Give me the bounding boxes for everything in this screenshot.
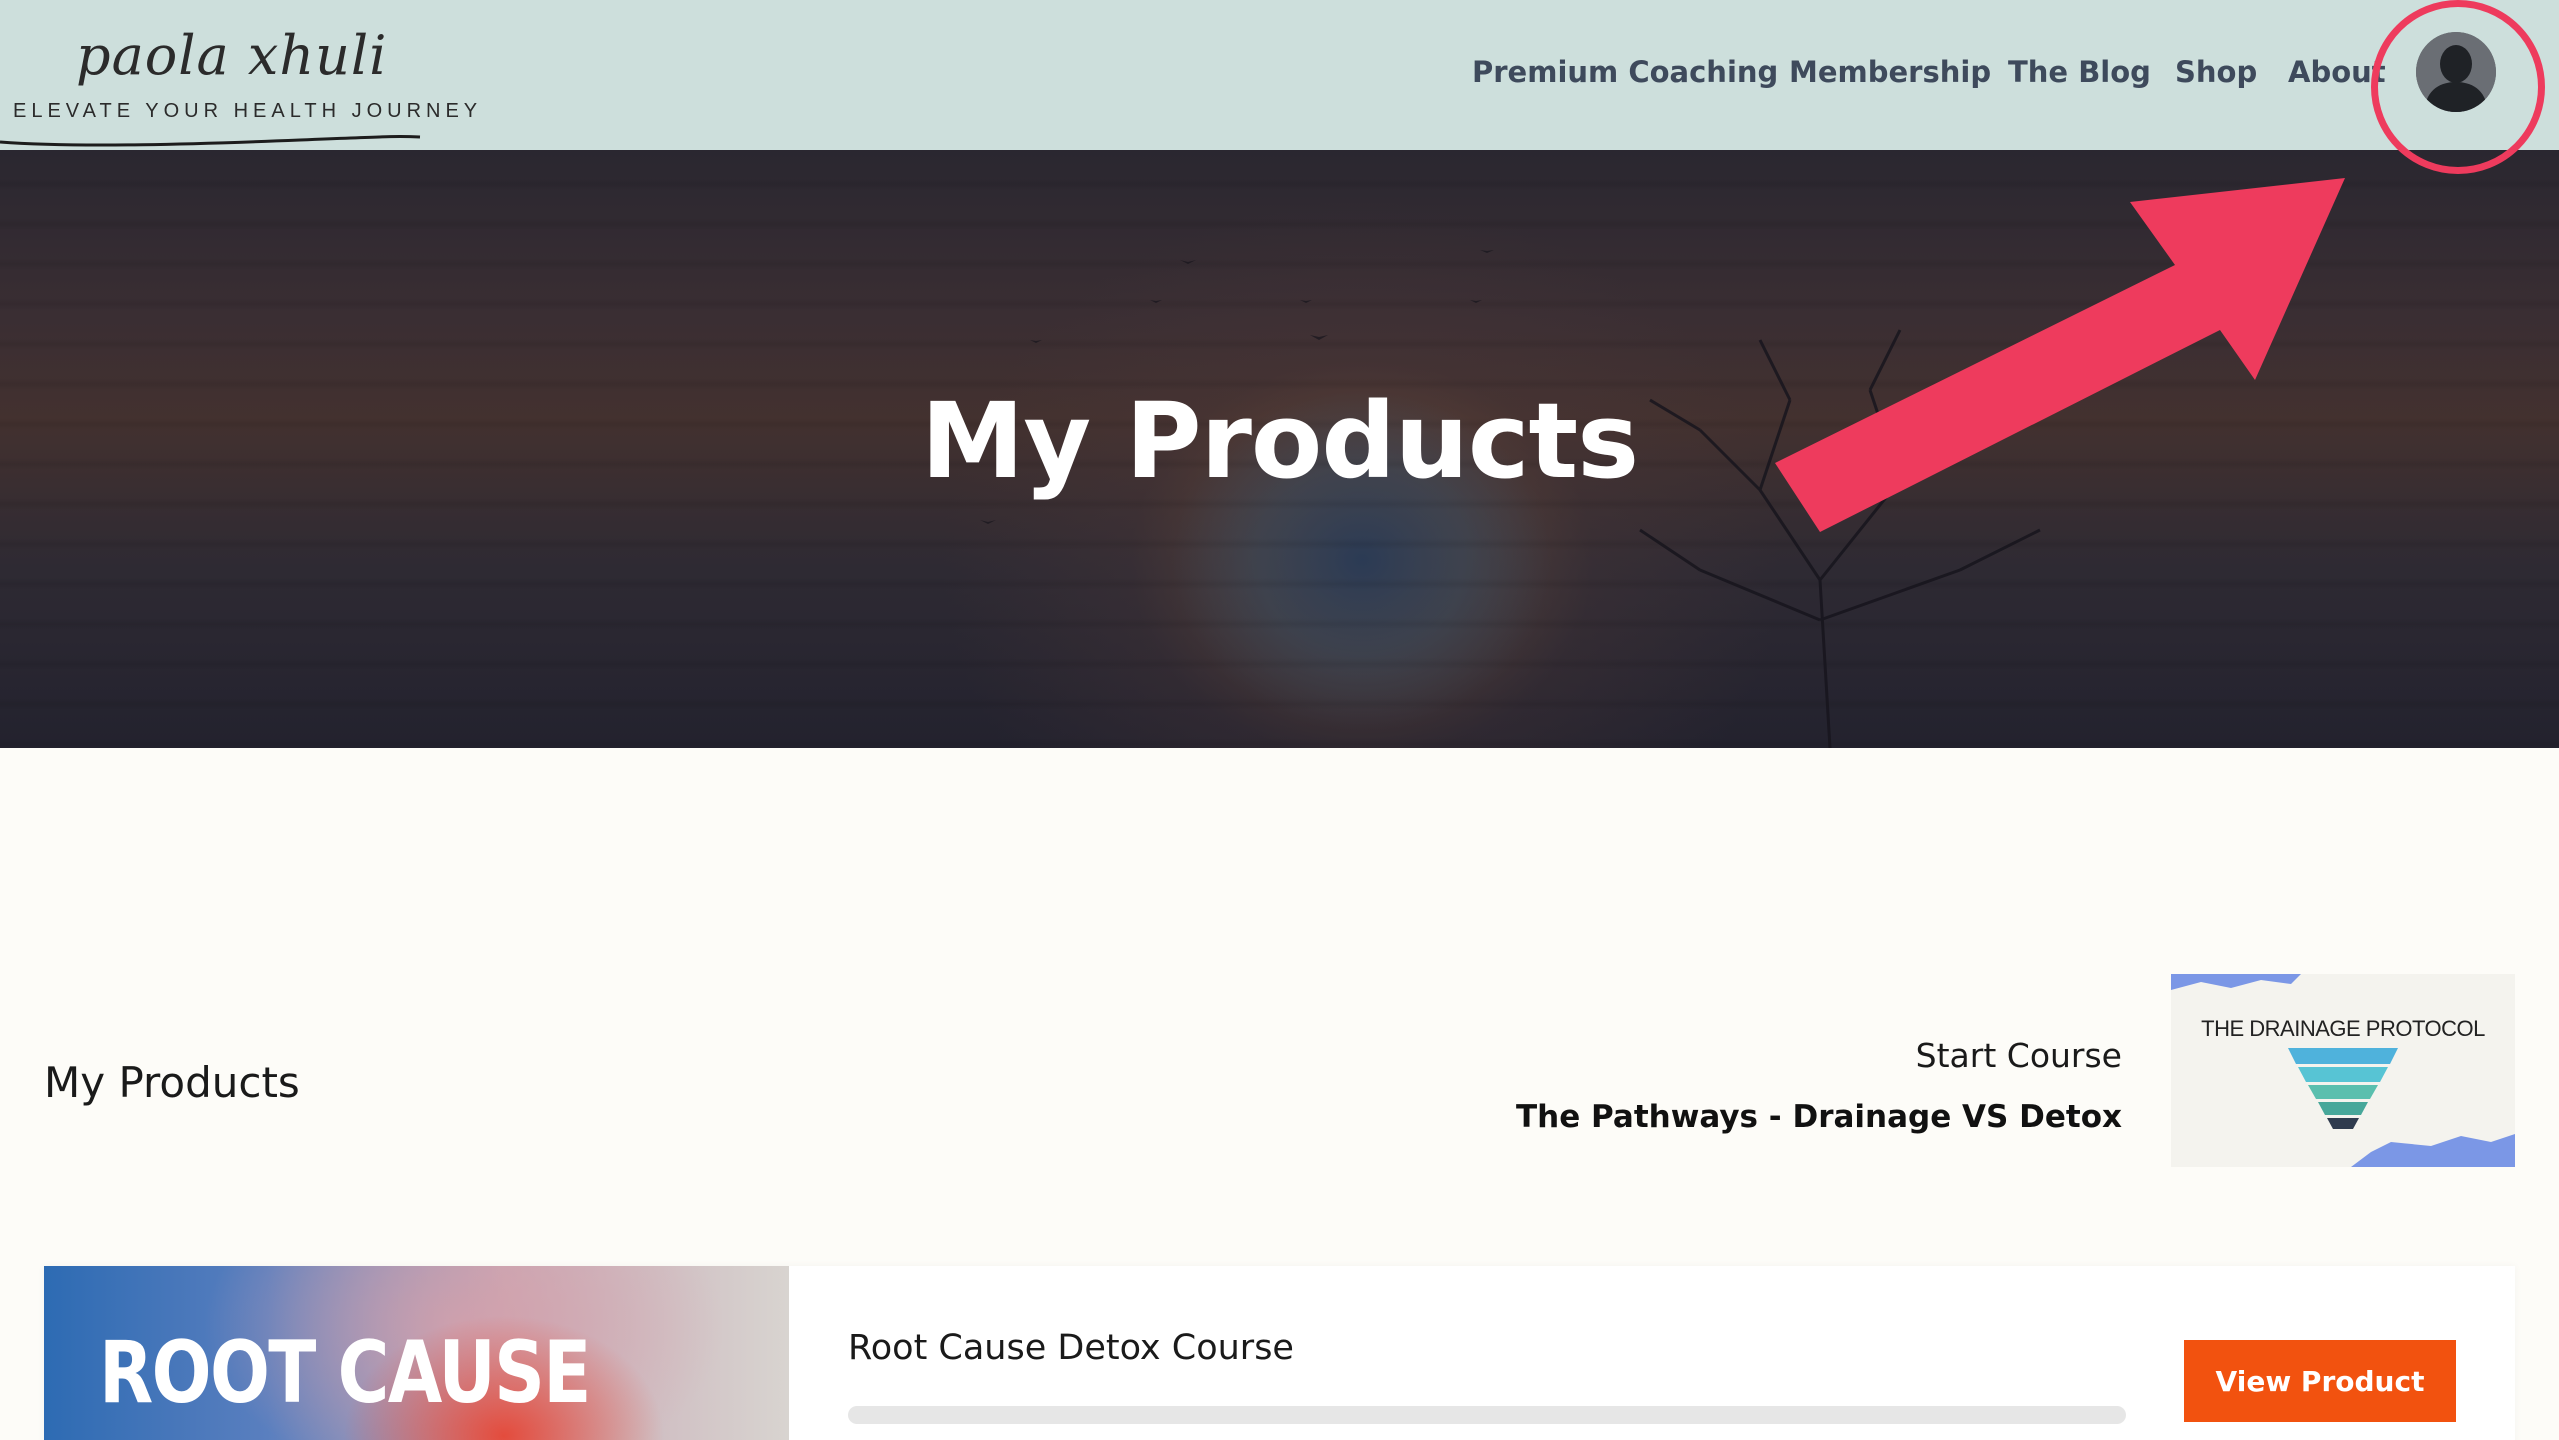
thumbnail-title: THE DRAINAGE PROTOCOL xyxy=(2201,1016,2485,1041)
product-progress-bar xyxy=(848,1406,2126,1424)
view-product-button[interactable]: View Product xyxy=(2184,1340,2456,1422)
product-thumbnail-text: ROOT CAUSE xyxy=(99,1323,591,1423)
product-card: ROOT CAUSE Root Cause Detox Course View … xyxy=(44,1266,2515,1440)
annotation-arrow-icon xyxy=(1775,178,2345,532)
annotation-highlight-circle xyxy=(2371,0,2545,174)
product-title[interactable]: Root Cause Detox Course xyxy=(848,1328,1294,1368)
resume-course-thumbnail[interactable]: THE DRAINAGE PROTOCOL xyxy=(2171,974,2515,1167)
resume-course-title[interactable]: The Pathways - Drainage VS Detox xyxy=(1516,1099,2122,1135)
resume-course-kicker[interactable]: Start Course xyxy=(1916,1036,2122,1075)
section-title: My Products xyxy=(44,1058,300,1107)
product-thumbnail[interactable]: ROOT CAUSE xyxy=(44,1266,789,1440)
thumbnail-graphic xyxy=(2171,974,2515,1167)
